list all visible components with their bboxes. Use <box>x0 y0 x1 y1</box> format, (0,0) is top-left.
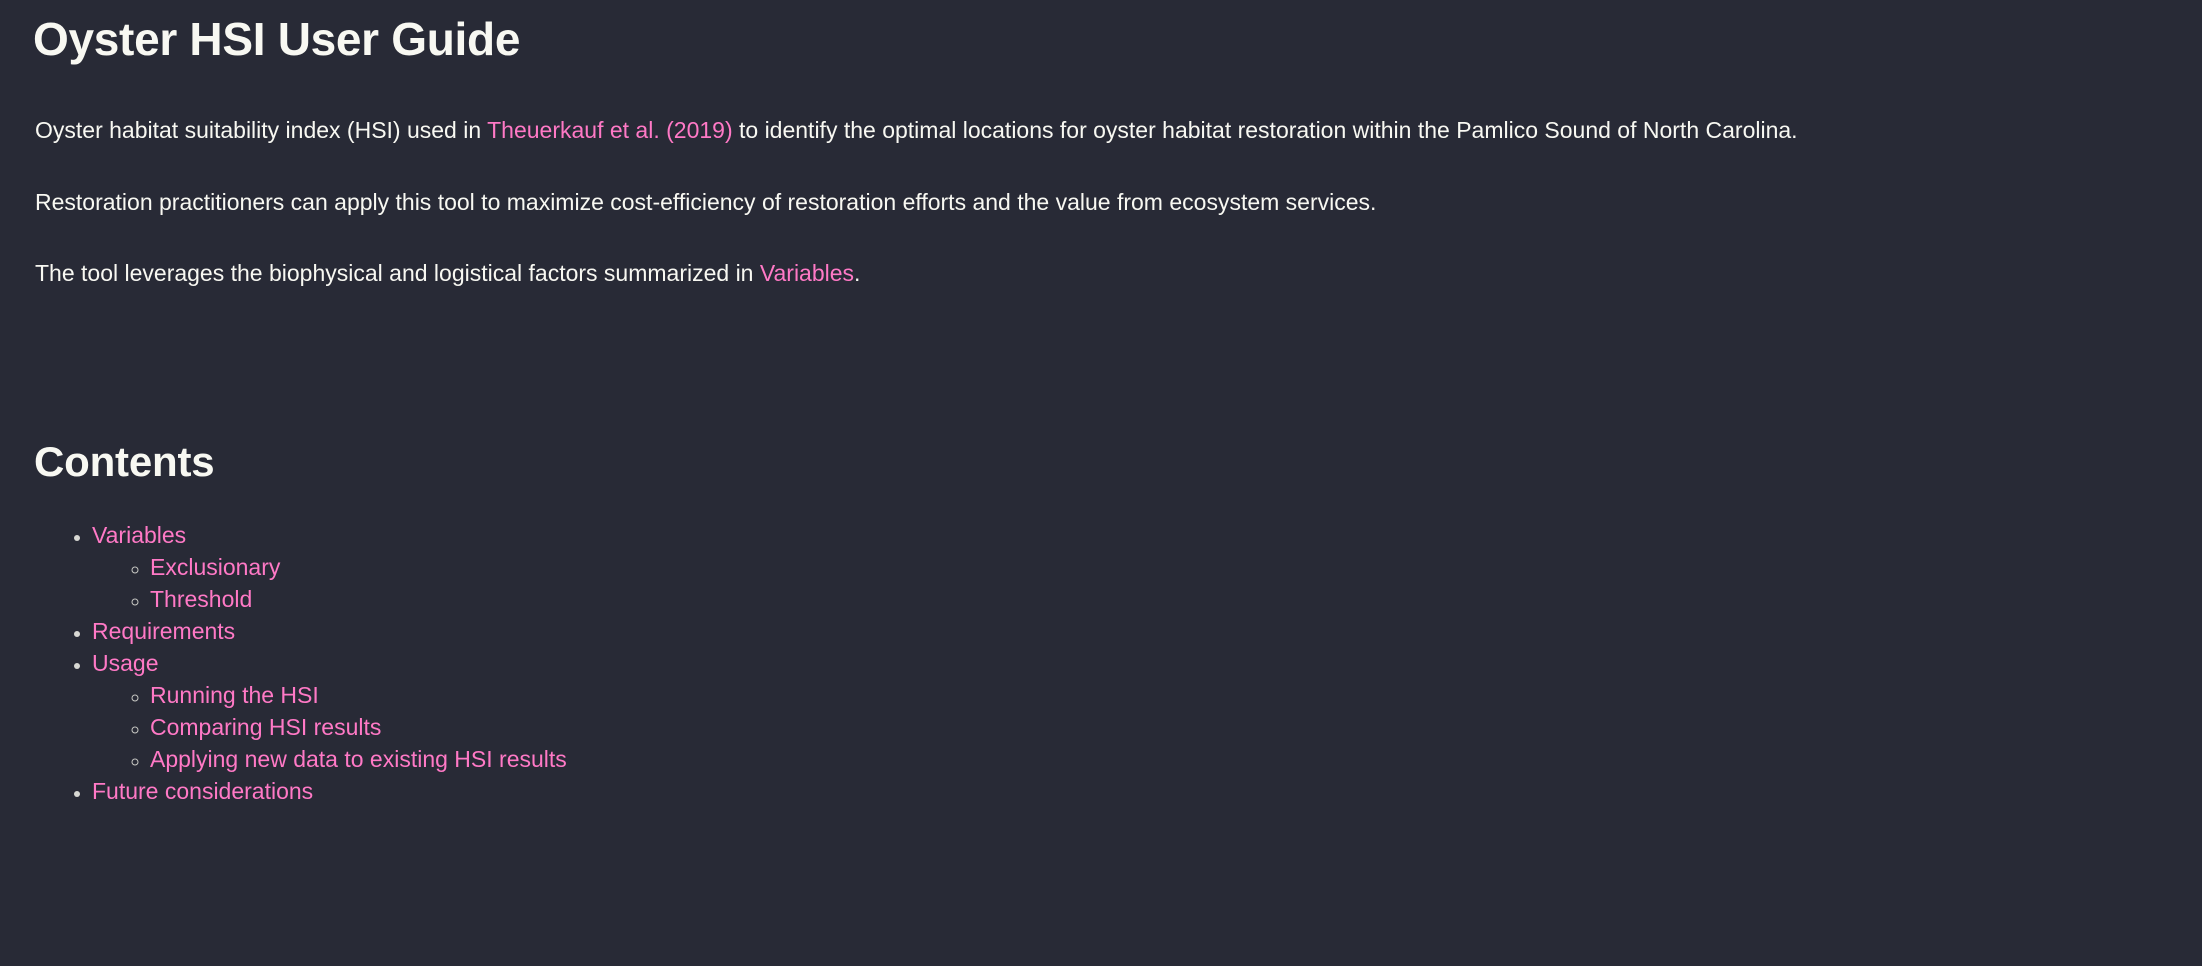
document-page: Oyster HSI User Guide Oyster habitat sui… <box>0 0 2202 804</box>
page-title: Oyster HSI User Guide <box>33 13 521 65</box>
toc-item-variables: Variables Exclusionary Threshold <box>92 519 2167 615</box>
factors-paragraph: The tool leverages the biophysical and l… <box>35 257 2167 290</box>
toc-link-requirements[interactable]: Requirements <box>92 618 235 644</box>
toc-link-comparing-hsi-results[interactable]: Comparing HSI results <box>150 714 381 740</box>
link-variables-inline[interactable]: Variables <box>760 260 854 286</box>
toc-sublist-variables: Exclusionary Threshold <box>92 551 2167 615</box>
toc-link-variables[interactable]: Variables <box>92 522 186 548</box>
toc-link-future-considerations[interactable]: Future considerations <box>92 778 313 804</box>
toc-link-usage[interactable]: Usage <box>92 650 158 676</box>
table-of-contents: Variables Exclusionary Threshold Require… <box>35 519 2167 807</box>
toc-subitem-running-the-hsi: Running the HSI <box>150 679 2167 711</box>
link-theuerkauf-2019[interactable]: Theuerkauf et al. (2019) <box>487 117 732 143</box>
toc-item-future-considerations: Future considerations <box>92 775 2167 807</box>
intro-paragraph: Oyster habitat suitability index (HSI) u… <box>35 114 2167 147</box>
toc-item-usage: Usage Running the HSI Comparing HSI resu… <box>92 647 2167 775</box>
intro-paragraph-text-after: to identify the optimal locations for oy… <box>732 117 1798 144</box>
toc-sublist-usage: Running the HSI Comparing HSI results Ap… <box>92 679 2167 775</box>
toc-subitem-comparing-hsi-results: Comparing HSI results <box>150 711 2167 743</box>
intro-paragraph-text-before: Oyster habitat suitability index (HSI) u… <box>35 117 488 144</box>
toc-subitem-exclusionary: Exclusionary <box>150 551 2167 583</box>
toc-link-threshold[interactable]: Threshold <box>150 586 252 612</box>
toc-subitem-threshold: Threshold <box>150 583 2167 615</box>
toc-link-running-the-hsi[interactable]: Running the HSI <box>150 682 319 708</box>
toc-link-exclusionary[interactable]: Exclusionary <box>150 554 280 580</box>
toc-item-requirements: Requirements <box>92 615 2167 647</box>
restoration-paragraph: Restoration practitioners can apply this… <box>35 188 1377 215</box>
factors-paragraph-text-before: The tool leverages the biophysical and l… <box>35 259 760 286</box>
toc-link-applying-new-data[interactable]: Applying new data to existing HSI result… <box>150 746 567 772</box>
contents-heading: Contents <box>34 438 215 486</box>
factors-paragraph-text-after: . <box>854 259 861 286</box>
toc-subitem-applying-new-data: Applying new data to existing HSI result… <box>150 743 2167 775</box>
